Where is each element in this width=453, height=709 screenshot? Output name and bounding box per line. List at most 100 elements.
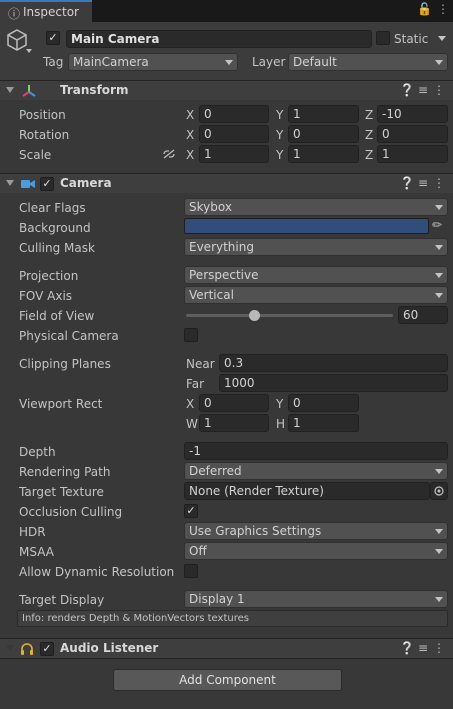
target-texture-field[interactable]: None (Render Texture) (184, 482, 430, 500)
scale-x-field[interactable]: 1 (199, 145, 269, 163)
object-picker-button[interactable] (430, 482, 448, 500)
gameobject-active-checkbox[interactable]: ✓ (46, 31, 60, 45)
kebab-menu-icon[interactable]: ⋮ (431, 83, 447, 97)
lock-icon[interactable]: 🔓 (417, 2, 432, 16)
kebab-menu-icon[interactable]: ⋮ (437, 2, 449, 16)
audio-listener-header[interactable]: ✓ Audio Listener ❔ ≡ ⋮ (0, 638, 453, 658)
projection-dropdown[interactable]: Perspective (184, 266, 448, 284)
static-dropdown-caret-icon[interactable] (438, 36, 446, 41)
chevron-down-icon (435, 245, 443, 250)
audio-listener-title: Audio Listener (60, 641, 159, 655)
hdr-dropdown[interactable]: Use Graphics Settings (184, 522, 448, 540)
kebab-menu-icon[interactable]: ⋮ (431, 641, 447, 655)
dynamic-resolution-label: Allow Dynamic Resolution (19, 565, 175, 579)
foldout-arrow-icon[interactable] (6, 180, 14, 186)
preset-sliders-icon[interactable]: ≡ (415, 641, 431, 655)
dynamic-resolution-checkbox[interactable] (184, 564, 198, 578)
occlusion-culling-checkbox[interactable]: ✓ (184, 504, 198, 518)
target-display-label: Target Display (19, 593, 105, 607)
scale-y-field[interactable]: 1 (288, 145, 359, 163)
axis-y-label: Y (276, 148, 284, 162)
preset-sliders-icon[interactable]: ≡ (415, 83, 431, 97)
add-component-button[interactable]: Add Component (113, 669, 342, 691)
rotation-x-field[interactable]: 0 (199, 125, 269, 143)
kebab-menu-icon[interactable]: ⋮ (431, 176, 447, 190)
vp-h-label: H (276, 417, 286, 431)
scale-z-field[interactable]: 1 (377, 145, 448, 163)
target-display-dropdown[interactable]: Display 1 (184, 590, 448, 608)
fov-label: Field of View (19, 309, 95, 323)
vp-y-label: Y (276, 397, 284, 411)
footer-divider (0, 658, 453, 659)
viewport-h-field[interactable]: 1 (288, 414, 359, 432)
clear-flags-dropdown[interactable]: Skybox (184, 198, 448, 216)
rotation-z-field[interactable]: 0 (377, 125, 448, 143)
viewport-y-field[interactable]: 0 (288, 394, 359, 412)
near-field[interactable]: 0.3 (219, 354, 448, 372)
fov-axis-dropdown[interactable]: Vertical (184, 286, 448, 304)
transform-title: Transform (60, 83, 129, 97)
near-label: Near (186, 357, 215, 371)
foldout-arrow-icon[interactable] (6, 645, 14, 651)
viewport-w-field[interactable]: 1 (199, 414, 269, 432)
tag-dropdown[interactable]: MainCamera (68, 53, 238, 71)
hdr-value: Use Graphics Settings (189, 524, 322, 538)
projection-label: Projection (19, 269, 79, 283)
rendering-path-label: Rendering Path (19, 465, 111, 479)
msaa-dropdown[interactable]: Off (184, 542, 448, 560)
rotation-y-field[interactable]: 0 (288, 125, 359, 143)
eyedropper-icon[interactable]: ✏ (432, 218, 442, 232)
layer-dropdown[interactable]: Default (288, 53, 448, 71)
transform-axes-icon (22, 85, 36, 97)
axis-z-label: Z (365, 108, 374, 122)
tab-label: Inspector (23, 5, 79, 19)
occlusion-culling-label: Occlusion Culling (19, 505, 123, 519)
chevron-down-icon (435, 273, 443, 278)
help-icon[interactable]: ❔ (399, 176, 415, 190)
chevron-down-icon (435, 205, 443, 210)
help-icon[interactable]: ❔ (399, 83, 415, 97)
physical-camera-checkbox[interactable] (184, 328, 198, 342)
icon-dropdown-caret-icon[interactable] (26, 49, 32, 53)
far-field[interactable]: 1000 (219, 374, 448, 392)
scale-label: Scale (19, 148, 52, 162)
msaa-value: Off (189, 544, 207, 558)
viewport-x-field[interactable]: 0 (199, 394, 269, 412)
chevron-down-icon (435, 597, 443, 602)
depth-field[interactable]: -1 (184, 442, 448, 460)
camera-header[interactable]: ✓ Camera ❔ ≡ ⋮ (0, 173, 453, 193)
static-checkbox[interactable] (376, 31, 390, 45)
axis-y-label: Y (276, 128, 284, 142)
clipping-planes-label: Clipping Planes (19, 357, 111, 371)
background-color-swatch[interactable] (184, 218, 429, 234)
tag-label: Tag (43, 55, 64, 69)
unlinked-scale-icon[interactable] (162, 148, 176, 160)
headphones-icon (21, 643, 33, 655)
position-y-field[interactable]: 1 (288, 105, 359, 123)
position-z-field[interactable]: -10 (377, 105, 448, 123)
foldout-arrow-icon[interactable] (6, 87, 14, 93)
fov-slider-thumb[interactable] (249, 310, 261, 321)
gameobject-name-input[interactable]: Main Camera (66, 30, 372, 48)
help-icon[interactable]: ❔ (399, 641, 415, 655)
rotation-label: Rotation (19, 128, 70, 142)
target-display-value: Display 1 (189, 592, 245, 606)
tab-inspector[interactable]: ⓘ Inspector (0, 0, 92, 22)
info-box: Info: renders Depth & MotionVectors text… (17, 610, 448, 627)
position-x-field[interactable]: 0 (199, 105, 269, 123)
preset-sliders-icon[interactable]: ≡ (415, 176, 431, 190)
fov-value-field[interactable]: 60 (398, 306, 448, 324)
culling-mask-label: Culling Mask (19, 241, 95, 255)
clear-flags-value: Skybox (189, 200, 232, 214)
vp-w-label: W (186, 417, 198, 431)
culling-mask-dropdown[interactable]: Everything (184, 238, 448, 256)
depth-label: Depth (19, 445, 56, 459)
fov-slider-track[interactable] (186, 314, 393, 317)
rendering-path-dropdown[interactable]: Deferred (184, 462, 448, 480)
camera-title: Camera (60, 176, 112, 190)
audio-listener-enabled-checkbox[interactable]: ✓ (40, 642, 54, 656)
fov-axis-value: Vertical (189, 288, 234, 302)
axis-z-label: Z (365, 128, 374, 142)
transform-header[interactable]: Transform ❔ ≡ ⋮ (0, 80, 453, 100)
camera-enabled-checkbox[interactable]: ✓ (40, 177, 54, 191)
